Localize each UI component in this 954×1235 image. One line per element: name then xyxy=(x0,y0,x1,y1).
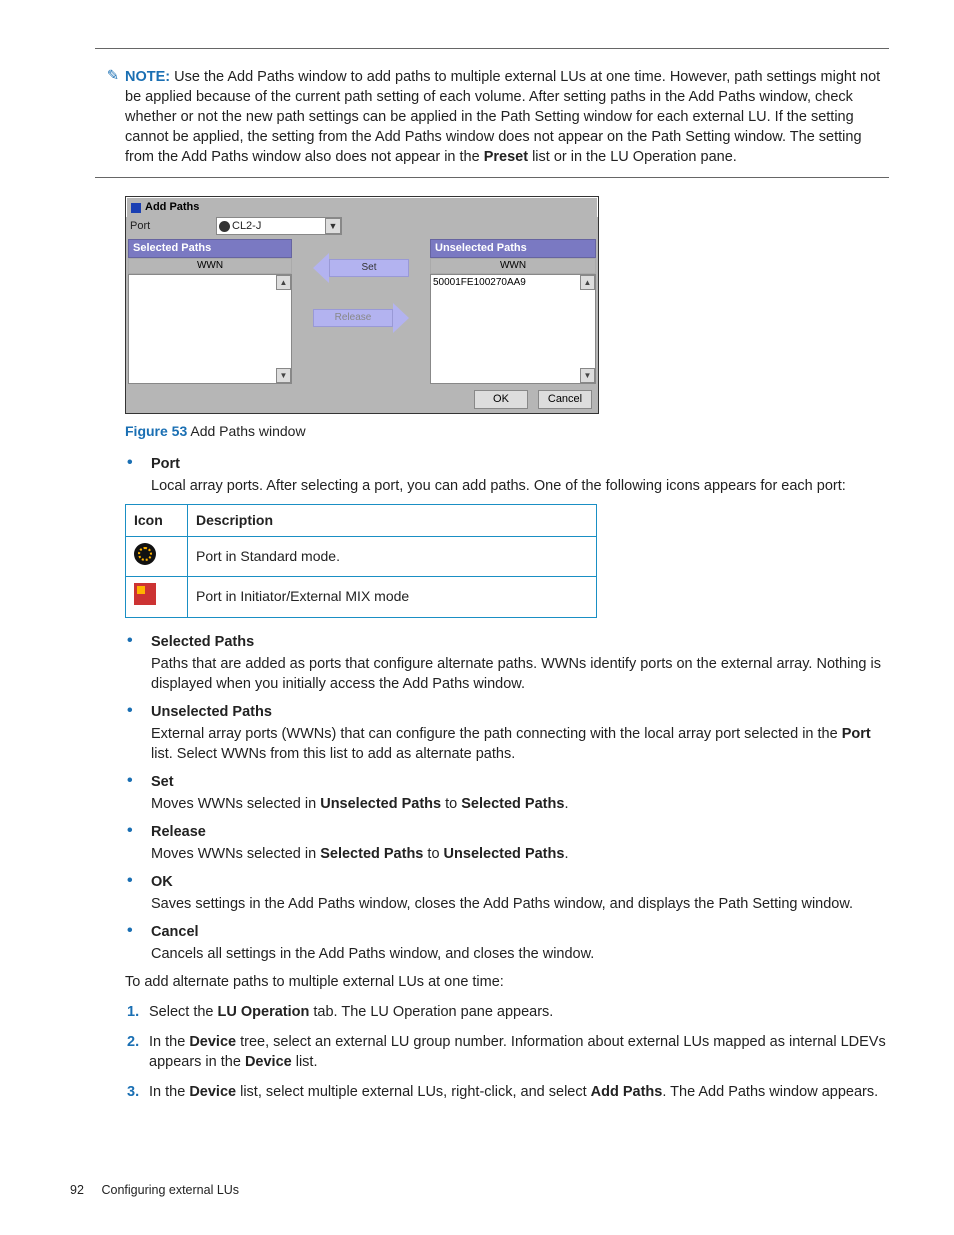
s3a: In the xyxy=(149,1084,189,1100)
note-text-2: list or in the LU Operation pane. xyxy=(528,149,737,165)
release-button-label: Release xyxy=(335,311,372,325)
list-item-port: Port Local array ports. After selecting … xyxy=(127,454,889,496)
icon-table: Icon Description Port in Standard mode. … xyxy=(125,504,597,618)
note-preset: Preset xyxy=(484,149,528,165)
term-set: Set xyxy=(151,772,889,792)
s3b: Device xyxy=(189,1084,236,1100)
note-label: NOTE: xyxy=(125,69,170,85)
unselected-paths-header: Unselected Paths xyxy=(430,239,596,258)
step-2: In the Device tree, select an external L… xyxy=(127,1032,889,1072)
set-button[interactable]: Set xyxy=(313,253,409,283)
window-titlebar: Add Paths xyxy=(126,197,598,217)
desc-port: Local array ports. After selecting a por… xyxy=(151,478,846,494)
scroll-up-icon[interactable]: ▲ xyxy=(580,275,595,290)
desc-rel-3: . xyxy=(564,846,568,862)
term-unselected: Unselected Paths xyxy=(151,702,889,722)
figure-image: Add Paths Port CL2-J ▼ Selected Paths WW… xyxy=(125,196,889,414)
s1b: LU Operation xyxy=(218,1004,310,1020)
term-release: Release xyxy=(151,822,889,842)
th-icon: Icon xyxy=(126,504,188,536)
note-icon: ✎ xyxy=(107,68,119,84)
note-block: ✎ NOTE: Use the Add Paths window to add … xyxy=(95,67,889,167)
desc-set-1: Moves WWNs selected in xyxy=(151,796,320,812)
term-cancel: Cancel xyxy=(151,922,889,942)
selected-paths-header: Selected Paths xyxy=(128,239,292,258)
release-button[interactable]: Release xyxy=(313,303,409,333)
desc-unselected-2: list. Select WWNs from this list to add … xyxy=(151,746,515,762)
page-footer: 92 Configuring external LUs xyxy=(70,1182,239,1199)
th-description: Description xyxy=(188,504,597,536)
desc-set-2: to xyxy=(441,796,461,812)
unselected-wwn-col: WWN xyxy=(430,258,596,274)
desc-ok: Saves settings in the Add Paths window, … xyxy=(151,896,853,912)
desc-standard: Port in Standard mode. xyxy=(188,536,597,576)
desc-cancel: Cancels all settings in the Add Paths wi… xyxy=(151,946,594,962)
window-title: Add Paths xyxy=(145,200,199,215)
scroll-down-icon[interactable]: ▼ xyxy=(276,368,291,383)
s2e: list. xyxy=(292,1054,318,1070)
cancel-button[interactable]: Cancel xyxy=(538,390,592,409)
desc-unselected-port: Port xyxy=(842,726,871,742)
port-standard-icon xyxy=(134,543,156,565)
term-port: Port xyxy=(151,454,889,474)
desc-selected: Paths that are added as ports that confi… xyxy=(151,656,881,692)
desc-unselected-1: External array ports (WWNs) that can con… xyxy=(151,726,842,742)
port-select[interactable]: CL2-J ▼ xyxy=(216,217,342,235)
list-item-selected: Selected Paths Paths that are added as p… xyxy=(127,632,889,694)
desc-set-unp: Unselected Paths xyxy=(320,796,441,812)
selected-paths-list[interactable]: ▲ ▼ xyxy=(128,274,292,384)
page-number: 92 xyxy=(70,1182,98,1199)
s3d: Add Paths xyxy=(591,1084,663,1100)
list-item[interactable]: 50001FE100270AA9 xyxy=(432,276,594,290)
ok-button[interactable]: OK xyxy=(474,390,528,409)
s2d: Device xyxy=(245,1054,292,1070)
unselected-paths-list[interactable]: 50001FE100270AA9 ▲ ▼ xyxy=(430,274,596,384)
list-item-release: Release Moves WWNs selected in Selected … xyxy=(127,822,889,864)
chevron-down-icon[interactable]: ▼ xyxy=(325,218,341,234)
term-ok: OK xyxy=(151,872,889,892)
lead-paragraph: To add alternate paths to multiple exter… xyxy=(125,972,889,992)
desc-set-3: . xyxy=(564,796,568,812)
add-paths-window: Add Paths Port CL2-J ▼ Selected Paths WW… xyxy=(125,196,599,414)
list-item-set: Set Moves WWNs selected in Unselected Pa… xyxy=(127,772,889,814)
set-button-label: Set xyxy=(361,261,376,275)
table-row: Port in Initiator/External MIX mode xyxy=(126,577,597,617)
step-3: In the Device list, select multiple exte… xyxy=(127,1082,889,1102)
selected-wwn-col: WWN xyxy=(128,258,292,274)
figure-title: Add Paths window xyxy=(190,423,305,439)
s3c: list, select multiple external LUs, righ… xyxy=(236,1084,591,1100)
desc-rel-selp: Selected Paths xyxy=(320,846,423,862)
list-item-ok: OK Saves settings in the Add Paths windo… xyxy=(127,872,889,914)
list-item-unselected: Unselected Paths External array ports (W… xyxy=(127,702,889,764)
term-selected: Selected Paths xyxy=(151,632,889,652)
port-label: Port xyxy=(128,219,210,234)
desc-rel-unp: Unselected Paths xyxy=(444,846,565,862)
note-bottom-rule xyxy=(95,177,889,178)
s1a: Select the xyxy=(149,1004,218,1020)
list-item-cancel: Cancel Cancels all settings in the Add P… xyxy=(127,922,889,964)
figure-number: Figure 53 xyxy=(125,423,187,439)
table-row: Port in Standard mode. xyxy=(126,536,597,576)
s2b: Device xyxy=(189,1034,236,1050)
port-select-value: CL2-J xyxy=(232,219,261,234)
desc-rel-1: Moves WWNs selected in xyxy=(151,846,320,862)
s3e: . The Add Paths window appears. xyxy=(662,1084,878,1100)
port-mix-icon xyxy=(134,583,156,605)
window-title-icon xyxy=(131,203,141,213)
s1c: tab. The LU Operation pane appears. xyxy=(309,1004,553,1020)
footer-title: Configuring external LUs xyxy=(101,1183,239,1197)
desc-rel-2: to xyxy=(423,846,443,862)
s2a: In the xyxy=(149,1034,189,1050)
desc-mix: Port in Initiator/External MIX mode xyxy=(188,577,597,617)
scroll-up-icon[interactable]: ▲ xyxy=(276,275,291,290)
top-rule xyxy=(95,48,889,49)
port-standard-icon xyxy=(219,221,230,232)
scroll-down-icon[interactable]: ▼ xyxy=(580,368,595,383)
figure-caption: Figure 53 Add Paths window xyxy=(125,422,889,441)
step-1: Select the LU Operation tab. The LU Oper… xyxy=(127,1002,889,1022)
desc-set-selp: Selected Paths xyxy=(461,796,564,812)
